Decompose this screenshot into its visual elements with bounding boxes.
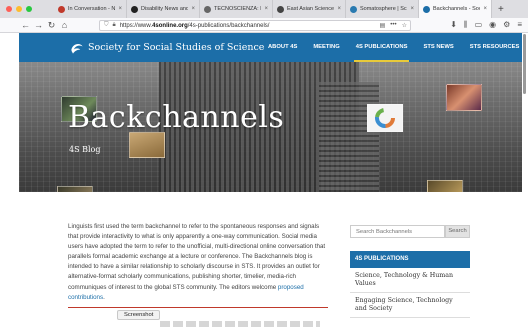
article-body-text: Linguists first used the term backchanne…: [68, 223, 326, 291]
tab-favicon-icon: [350, 5, 357, 13]
screenshot-tooltip: Screenshot: [117, 310, 161, 320]
tab-close-icon[interactable]: ×: [118, 6, 122, 12]
4s-logo-icon[interactable]: [69, 40, 85, 56]
tab-favicon-icon: [204, 5, 211, 13]
tab-close-icon[interactable]: ×: [483, 6, 487, 12]
collage-photo-bottom-left: [57, 186, 93, 192]
tab-label: Disability News and Ar: [141, 6, 189, 12]
back-arrow-icon[interactable]: ←: [19, 20, 32, 30]
browser-tab-bar: In Conversation - Natur×Disability News …: [0, 0, 528, 18]
collage-photo-chart: [367, 104, 403, 132]
tab-favicon-icon: [277, 5, 284, 13]
tab-close-icon[interactable]: ×: [410, 6, 414, 12]
main-nav: ABOUT 4S MEETING 4S PUBLICATIONS STS NEWS ST…: [260, 33, 527, 62]
page-subtitle: 4S Blog: [69, 145, 101, 154]
browser-tab[interactable]: East Asian Science, Te×: [273, 0, 346, 18]
next-section-preview: [160, 321, 320, 327]
tab-close-icon[interactable]: ×: [264, 6, 268, 12]
home-icon[interactable]: ⌂: [58, 20, 71, 30]
library-icon[interactable]: ⫼: [464, 20, 468, 30]
browser-tab[interactable]: TECNOSCIENZA: Italian×: [200, 0, 273, 18]
url-bar[interactable]: ⛉ 🔒︎ https://www.4sonline.org/4s-publica…: [99, 20, 411, 31]
minimize-window-button[interactable]: [16, 6, 22, 12]
downloads-icon[interactable]: ⬇: [450, 20, 457, 30]
browser-tab[interactable]: Somatosphere | Scienc×: [346, 0, 419, 18]
publications-list: Science, Technology & Human Values Engagi…: [350, 268, 470, 318]
browser-tab[interactable]: Disability News and Ar×: [127, 0, 200, 18]
nav-item-sts-news[interactable]: STS NEWS: [415, 33, 461, 62]
maximize-window-button[interactable]: [26, 6, 32, 12]
tab-favicon-icon: [131, 5, 138, 13]
hero-banner: Backchannels 4S Blog: [19, 62, 522, 192]
sidebar-icon[interactable]: ▭: [475, 20, 483, 30]
page-scrollbar[interactable]: [523, 34, 526, 94]
account-icon[interactable]: ◉: [489, 20, 496, 30]
tab-label: In Conversation - Natur: [68, 6, 116, 12]
window-controls: [0, 6, 54, 12]
site-header: Society for Social Studies of Science AB…: [19, 33, 522, 62]
bookmark-star-icon[interactable]: ☆: [402, 22, 407, 29]
tab-close-icon[interactable]: ×: [191, 6, 195, 12]
new-tab-button[interactable]: +: [492, 4, 504, 15]
nav-item-meeting[interactable]: MEETING: [305, 33, 347, 62]
tab-label: Backchannels - Societ: [433, 6, 480, 12]
lock-icon[interactable]: 🔒︎: [113, 22, 116, 29]
extensions-icon[interactable]: ⚙: [503, 20, 510, 30]
collage-photo-people: [446, 84, 482, 111]
hero-background-structure: [319, 82, 379, 192]
publications-heading: 4S PUBLICATIONS: [350, 251, 470, 268]
page-title: Backchannels: [68, 100, 285, 135]
shield-icon[interactable]: ⛉: [104, 22, 109, 29]
publication-link[interactable]: Engaging Science, Technology and Society: [350, 293, 470, 318]
toolbar-icons: ⬇ ⫼ ▭ ◉ ⚙ ≡: [450, 20, 522, 30]
nav-item-4s-publications[interactable]: 4S PUBLICATIONS: [348, 33, 416, 62]
collage-photo-lab: [427, 180, 463, 192]
forward-arrow-icon[interactable]: →: [32, 20, 45, 30]
nav-item-sts-resources[interactable]: STS RESOURCES: [462, 33, 528, 62]
tab-close-icon[interactable]: ×: [337, 6, 341, 12]
tab-label: Somatosphere | Scienc: [360, 6, 408, 12]
browser-tab[interactable]: In Conversation - Natur×: [54, 0, 127, 18]
browser-nav-bar: ← → ↻ ⌂ ⛉ 🔒︎ https://www.4sonline.org/4s…: [0, 18, 528, 33]
nav-item-about-4s[interactable]: ABOUT 4S: [260, 33, 305, 62]
tab-favicon-icon: [58, 5, 65, 13]
close-window-button[interactable]: [6, 6, 12, 12]
browser-tab[interactable]: Backchannels - Societ×: [419, 0, 492, 18]
search-input[interactable]: [350, 225, 445, 238]
reader-view-icon[interactable]: ▤: [380, 22, 386, 29]
tab-favicon-icon: [423, 5, 430, 13]
publication-link[interactable]: Science, Technology & Human Values: [350, 268, 470, 293]
url-text: https://www.4sonline.org/4s-publications…: [119, 22, 270, 29]
article-intro: Linguists first used the term backchanne…: [68, 222, 330, 303]
menu-icon[interactable]: ≡: [517, 20, 522, 30]
site-title[interactable]: Society for Social Studies of Science: [88, 42, 264, 53]
article-body-end: .: [103, 293, 105, 301]
reload-icon[interactable]: ↻: [45, 20, 58, 31]
section-divider: [68, 307, 328, 308]
search-button[interactable]: Search: [445, 225, 470, 238]
tab-label: East Asian Science, Te: [287, 6, 335, 12]
collage-photo-paper: [129, 132, 165, 158]
tab-label: TECNOSCIENZA: Italian: [214, 6, 261, 12]
page-actions-icon[interactable]: •••: [390, 22, 396, 29]
